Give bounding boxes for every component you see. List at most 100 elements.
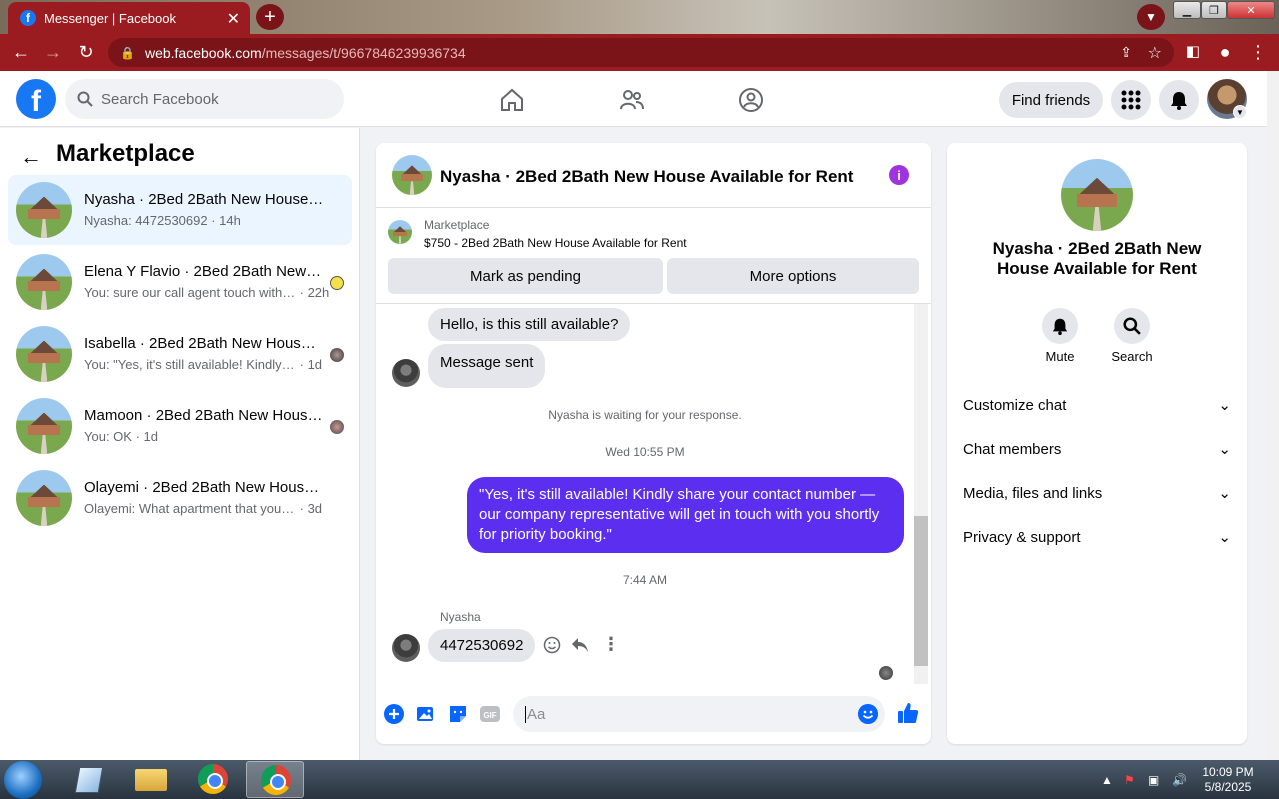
conversation-name: Nyasha · 2Bed 2Bath New House Available … xyxy=(84,191,324,208)
page-scrollbar[interactable] xyxy=(1267,71,1279,760)
more-options-button[interactable]: More options xyxy=(667,258,919,294)
friends-icon[interactable] xyxy=(619,87,645,113)
notepad-taskbar-icon[interactable] xyxy=(60,761,118,798)
chat-listing-thumbnail[interactable] xyxy=(392,155,432,195)
conversation-item[interactable]: Isabella · 2Bed 2Bath New House Availabl… xyxy=(8,319,352,389)
facebook-header: f Search Facebook Find friends ▼ xyxy=(0,71,1267,127)
composer-placeholder: Aa xyxy=(525,705,546,723)
media-files-links-section[interactable]: Media, files and links ⌄ xyxy=(963,473,1231,513)
sender-avatar[interactable] xyxy=(392,359,420,387)
chrome-taskbar-icon[interactable] xyxy=(184,761,242,798)
home-icon[interactable] xyxy=(499,87,525,113)
find-friends-button[interactable]: Find friends xyxy=(999,82,1103,118)
file-explorer-taskbar-icon[interactable] xyxy=(122,761,180,798)
browser-tab-messenger[interactable]: f Messenger | Facebook ✕ xyxy=(8,2,250,34)
tab-close-icon[interactable]: ✕ xyxy=(227,9,240,29)
menu-grid-icon[interactable] xyxy=(1111,80,1151,120)
address-bar[interactable]: 🔒 web.facebook.com/messages/t/9667846239… xyxy=(108,38,1174,67)
conversation-item[interactable]: Nyasha · 2Bed 2Bath New House Available … xyxy=(8,175,352,245)
conversation-snippet: Olayemi: What apartment that you ga · 3d xyxy=(84,501,323,516)
side-panel-icon[interactable]: ◧ xyxy=(1182,42,1204,60)
show-hidden-icons-icon[interactable]: ▲ xyxy=(1101,773,1113,787)
browser-toolbar: ← → ↻ 🔒 web.facebook.com/messages/t/9667… xyxy=(0,34,1279,71)
privacy-support-section[interactable]: Privacy & support ⌄ xyxy=(963,517,1231,557)
chevron-down-icon: ⌄ xyxy=(1218,485,1231,502)
info-listing-thumbnail[interactable] xyxy=(1061,159,1133,231)
incoming-message[interactable]: Message sent xyxy=(428,344,546,388)
mark-as-pending-button[interactable]: Mark as pending xyxy=(388,258,663,294)
conversation-name: Olayemi · 2Bed 2Bath New House Available… xyxy=(84,479,324,496)
chat-panel: Nyasha · 2Bed 2Bath New House Available … xyxy=(376,143,931,744)
incoming-message[interactable]: 4472530692 xyxy=(428,629,536,662)
add-plus-icon[interactable] xyxy=(384,704,404,724)
emoji-icon[interactable] xyxy=(858,704,878,724)
notifications-bell-icon[interactable] xyxy=(1159,80,1199,120)
tab-search-chevron-icon[interactable]: ▼ xyxy=(1137,4,1165,30)
back-arrow-icon[interactable]: ← xyxy=(20,144,42,170)
action-center-flag-icon[interactable]: ⚑ xyxy=(1124,773,1135,787)
conversation-item[interactable]: Olayemi · 2Bed 2Bath New House Available… xyxy=(8,463,352,533)
chat-members-section[interactable]: Chat members ⌄ xyxy=(963,429,1231,469)
outgoing-message[interactable]: "Yes, it's still available! Kindly share… xyxy=(467,477,904,553)
volume-icon[interactable]: 🔊 xyxy=(1172,773,1187,787)
sender-name: Nyasha xyxy=(440,610,481,624)
listing-thumbnail xyxy=(16,182,72,238)
bookmark-star-icon[interactable]: ☆ xyxy=(1148,43,1162,63)
scrollbar-thumb[interactable] xyxy=(914,516,928,666)
conversation-item[interactable]: Elena Y Flavio · 2Bed 2Bath New House Av… xyxy=(8,247,352,317)
minimize-button[interactable]: ▁ xyxy=(1173,1,1201,19)
svg-text:GIF: GIF xyxy=(483,711,496,720)
share-icon[interactable]: ⇪ xyxy=(1120,44,1132,61)
message-composer: GIF Aa xyxy=(376,693,931,735)
search-in-chat-icon[interactable] xyxy=(1114,308,1150,344)
listing-description[interactable]: $750 - 2Bed 2Bath New House Available fo… xyxy=(424,236,687,250)
search-input[interactable]: Search Facebook xyxy=(65,79,344,119)
seen-avatar xyxy=(330,420,344,434)
new-tab-button[interactable]: + xyxy=(256,4,284,30)
windows-taskbar: ▲ ⚑ ▣ 🔊 10:09 PM 5/8/2025 xyxy=(0,760,1279,799)
conversation-info-panel: Nyasha · 2Bed 2Bath New House Available … xyxy=(947,143,1247,744)
listing-card-thumbnail xyxy=(388,220,412,244)
seen-avatar xyxy=(330,348,344,362)
facebook-logo-icon[interactable]: f xyxy=(16,79,56,119)
info-title: Nyasha · 2Bed 2Bath New House Available … xyxy=(992,239,1202,278)
forward-arrow-icon[interactable]: → xyxy=(42,42,64,63)
taskbar-clock[interactable]: 10:09 PM 5/8/2025 xyxy=(1198,765,1258,795)
thumbs-up-icon[interactable] xyxy=(896,701,920,725)
photo-icon[interactable] xyxy=(416,704,436,724)
reply-icon[interactable] xyxy=(571,637,589,653)
sender-avatar[interactable] xyxy=(392,634,420,662)
customize-chat-section[interactable]: Customize chat ⌄ xyxy=(963,385,1231,425)
info-icon[interactable]: i xyxy=(889,165,909,185)
conversation-snippet: You: OK · 1d xyxy=(84,429,158,444)
chat-title[interactable]: Nyasha · 2Bed 2Bath New House Available … xyxy=(440,167,853,187)
mute-bell-icon[interactable] xyxy=(1042,308,1078,344)
incoming-message[interactable]: Hello, is this still available? xyxy=(428,308,631,341)
listing-label: Marketplace xyxy=(424,218,490,232)
facebook-favicon-icon: f xyxy=(20,10,36,26)
back-arrow-icon[interactable]: ← xyxy=(10,42,32,63)
maximize-button[interactable]: ❐ xyxy=(1201,1,1227,19)
conversation-item[interactable]: Mamoon · 2Bed 2Bath New House Available … xyxy=(8,391,352,461)
close-window-button[interactable]: ✕ xyxy=(1227,1,1275,19)
search-label: Search xyxy=(1111,349,1153,364)
menu-kebab-icon[interactable]: ⋮ xyxy=(1247,42,1269,63)
url-host: web.facebook.com xyxy=(144,44,262,61)
react-emoji-icon[interactable] xyxy=(543,636,561,654)
conversation-name: Elena Y Flavio · 2Bed 2Bath New House Av… xyxy=(84,263,324,280)
more-actions-icon[interactable]: ⋮ xyxy=(602,634,620,655)
sticker-icon[interactable] xyxy=(448,704,468,724)
windows-start-icon[interactable] xyxy=(4,761,42,799)
account-chevron-icon[interactable]: ▼ xyxy=(1233,105,1247,119)
listing-thumbnail xyxy=(16,398,72,454)
search-placeholder: Search Facebook xyxy=(101,90,219,108)
gif-icon[interactable]: GIF xyxy=(480,704,500,724)
groups-icon[interactable] xyxy=(738,87,764,113)
chevron-down-icon: ⌄ xyxy=(1218,397,1231,414)
message-input[interactable]: Aa xyxy=(513,696,885,732)
listing-thumbnail xyxy=(16,254,72,310)
reload-icon[interactable]: ↻ xyxy=(75,42,97,63)
chrome-active-taskbar-icon[interactable] xyxy=(246,761,304,798)
profile-icon[interactable]: ● xyxy=(1214,42,1236,63)
network-icon[interactable]: ▣ xyxy=(1148,773,1159,787)
